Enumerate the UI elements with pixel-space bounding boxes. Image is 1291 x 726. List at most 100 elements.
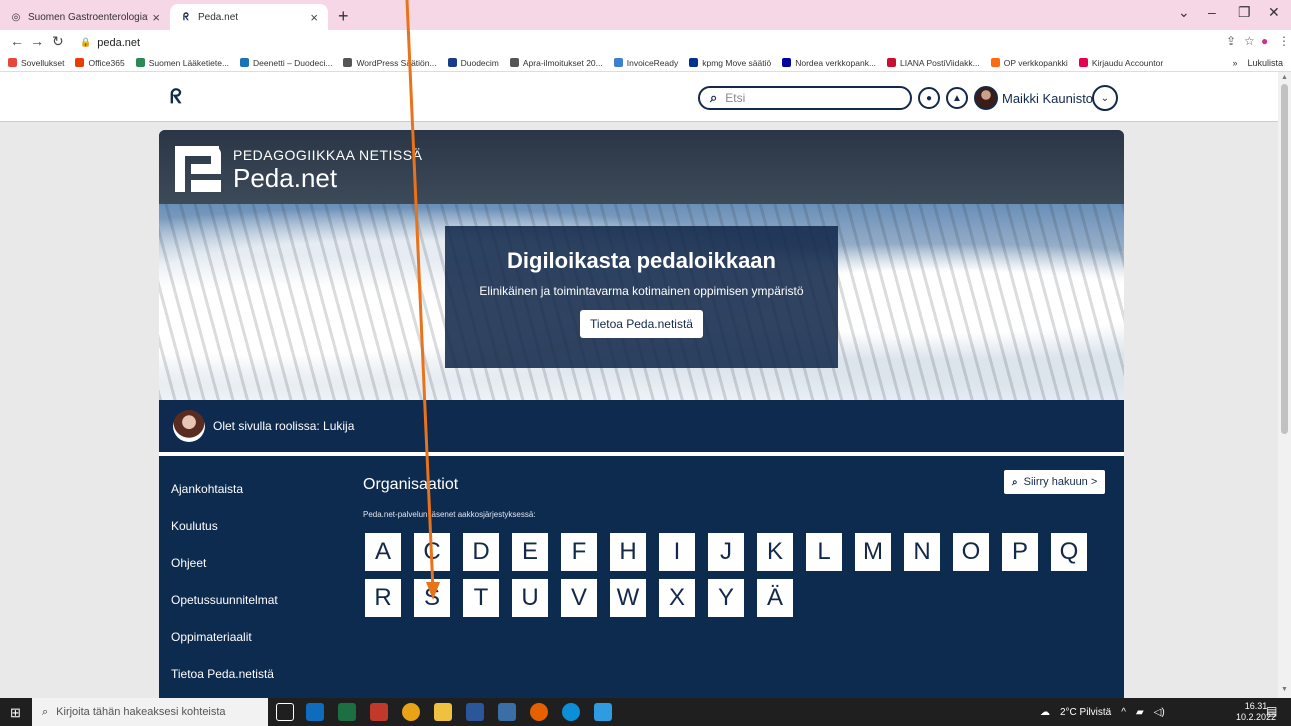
bookmark-icon: [782, 58, 792, 67]
page-scrollbar[interactable]: ▲ ▼: [1278, 72, 1291, 698]
letter-button[interactable]: F: [561, 533, 597, 571]
letter-button[interactable]: N: [904, 533, 940, 571]
taskbar-search-input[interactable]: ⌕ Kirjoita tähän hakeaksesi kohteista: [32, 698, 268, 726]
goto-search-button[interactable]: ⌕ Siirry hakuun >: [1004, 470, 1106, 494]
star-icon[interactable]: ☆: [1244, 34, 1255, 48]
chrome-icon[interactable]: [402, 703, 420, 721]
reload-icon[interactable]: ↻: [52, 33, 64, 50]
bookmark-item[interactable]: Office365: [75, 58, 125, 68]
scroll-up-icon[interactable]: ▲: [1281, 74, 1288, 81]
bookmark-item[interactable]: InvoiceReady: [613, 58, 678, 68]
sidebar-item[interactable]: Opetussuunnitelmat: [171, 587, 351, 624]
sidebar-item[interactable]: Koulutus: [171, 513, 351, 550]
letter-button[interactable]: H: [610, 533, 646, 571]
bookmark-item[interactable]: kpmg Move säätiö: [689, 58, 771, 68]
letter-button[interactable]: I: [659, 533, 695, 571]
messages-icon[interactable]: ●: [918, 87, 940, 109]
bookmark-item[interactable]: Sovellukset: [8, 58, 64, 68]
letter-button[interactable]: C: [414, 533, 450, 571]
letter-button[interactable]: M: [855, 533, 891, 571]
bookmark-item[interactable]: Duodecim: [447, 58, 499, 68]
weather-text[interactable]: 2°C Pilvistä: [1060, 707, 1111, 718]
letter-button[interactable]: X: [659, 579, 695, 617]
scrollbar-thumb[interactable]: [1281, 84, 1288, 434]
bookmark-item[interactable]: WordPress Säätiön...: [343, 58, 437, 68]
bookmark-item[interactable]: Nordea verkkopank...: [782, 58, 876, 68]
letter-button[interactable]: A: [365, 533, 401, 571]
sidebar-item[interactable]: Tietoa Peda.netistä: [171, 661, 351, 698]
letter-button[interactable]: P: [1002, 533, 1038, 571]
network-icon[interactable]: ▰: [1136, 707, 1144, 718]
tab-search-icon[interactable]: ⌄: [1178, 4, 1190, 21]
outlook-icon[interactable]: [306, 703, 324, 721]
url-field[interactable]: 🔒 peda.net: [80, 34, 1245, 51]
bookmark-item[interactable]: Suomen Lääketiete...: [135, 58, 229, 68]
scroll-down-icon[interactable]: ▼: [1281, 686, 1288, 693]
close-icon[interactable]: ×: [152, 10, 160, 25]
pedanet-logo-icon[interactable]: ᖇ: [170, 86, 182, 109]
url-text: peda.net: [97, 36, 141, 49]
hero-panel: Digiloikasta pedaloikkaan Elinikäinen ja…: [445, 226, 838, 368]
restore-icon[interactable]: ❐: [1238, 4, 1251, 21]
letter-button[interactable]: Ä: [757, 579, 793, 617]
edge-icon[interactable]: [562, 703, 580, 721]
letter-button[interactable]: U: [512, 579, 548, 617]
bookmark-item[interactable]: Kirjaudu Accountor: [1078, 58, 1163, 68]
file-explorer-icon[interactable]: [434, 703, 452, 721]
letter-button[interactable]: Y: [708, 579, 744, 617]
windows-start-icon[interactable]: ⊞: [10, 705, 21, 721]
chevron-up-icon[interactable]: ^: [1121, 707, 1126, 718]
tab-pedanet[interactable]: ᖇ Peda.net ×: [170, 4, 328, 30]
user-menu[interactable]: Maikki Kaunisto: [974, 84, 1093, 112]
task-view-icon[interactable]: [276, 703, 294, 721]
close-icon[interactable]: ×: [310, 10, 318, 25]
sidebar-item[interactable]: Ohjeet: [171, 550, 351, 587]
notifications-icon[interactable]: ▤: [1266, 704, 1277, 718]
new-tab-button[interactable]: +: [338, 6, 349, 27]
bookmarks-overflow-button[interactable]: »: [1232, 58, 1237, 68]
bookmark-item[interactable]: LIANA PostiViidakk...: [887, 58, 980, 68]
tab-gastro[interactable]: ◎ Suomen Gastroenterologiayhdist ×: [0, 4, 170, 30]
app-icon[interactable]: [498, 703, 516, 721]
minimize-icon[interactable]: –: [1208, 4, 1216, 20]
search-input[interactable]: ⌕ Etsi: [698, 86, 912, 110]
volume-icon[interactable]: ◁): [1154, 707, 1165, 718]
word-icon[interactable]: [466, 703, 484, 721]
sidebar-item[interactable]: Ajankohtaista: [171, 476, 351, 513]
sidebar-item[interactable]: Oppimateriaalit: [171, 624, 351, 661]
about-pedanet-button[interactable]: Tietoa Peda.netistä: [580, 310, 703, 338]
bookmark-item[interactable]: Apra-ilmoitukset 20...: [509, 58, 603, 68]
chevron-down-icon[interactable]: ⌄: [1092, 85, 1118, 111]
bookmark-item[interactable]: Deenetti – Duodeci...: [240, 58, 332, 68]
letter-button[interactable]: L: [806, 533, 842, 571]
reading-list-button[interactable]: Lukulista: [1247, 58, 1283, 68]
back-icon[interactable]: ←: [10, 33, 24, 49]
forward-icon[interactable]: →: [30, 33, 44, 49]
profile-icon[interactable]: ●: [1261, 34, 1268, 48]
windows-taskbar: ⊞ ⌕ Kirjoita tähän hakeaksesi kohteista …: [0, 698, 1291, 726]
letter-button[interactable]: D: [463, 533, 499, 571]
letter-button[interactable]: R: [365, 579, 401, 617]
letter-button[interactable]: O: [953, 533, 989, 571]
letter-button[interactable]: J: [708, 533, 744, 571]
app-icon[interactable]: [594, 703, 612, 721]
letter-button[interactable]: Q: [1051, 533, 1087, 571]
avatar: [974, 86, 998, 110]
app-icon[interactable]: [370, 703, 388, 721]
bookmark-label: Deenetti – Duodeci...: [253, 57, 333, 68]
letter-button[interactable]: S: [414, 579, 450, 617]
notifications-bell-icon[interactable]: ▲: [946, 87, 968, 109]
bookmark-item[interactable]: OP verkkopankki: [990, 58, 1068, 68]
letter-button[interactable]: K: [757, 533, 793, 571]
close-window-icon[interactable]: ✕: [1268, 4, 1280, 21]
firefox-icon[interactable]: [530, 703, 548, 721]
site-brand[interactable]: PEDAGOGIIKKAA NETISSÄ Peda.net: [173, 146, 422, 194]
letter-button[interactable]: V: [561, 579, 597, 617]
letter-button[interactable]: T: [463, 579, 499, 617]
menu-icon[interactable]: ⋮: [1278, 34, 1290, 48]
excel-icon[interactable]: [338, 703, 356, 721]
letter-button[interactable]: E: [512, 533, 548, 571]
letter-button[interactable]: W: [610, 579, 646, 617]
share-icon[interactable]: ⇪: [1226, 34, 1236, 48]
weather-icon[interactable]: ☁: [1040, 707, 1050, 718]
